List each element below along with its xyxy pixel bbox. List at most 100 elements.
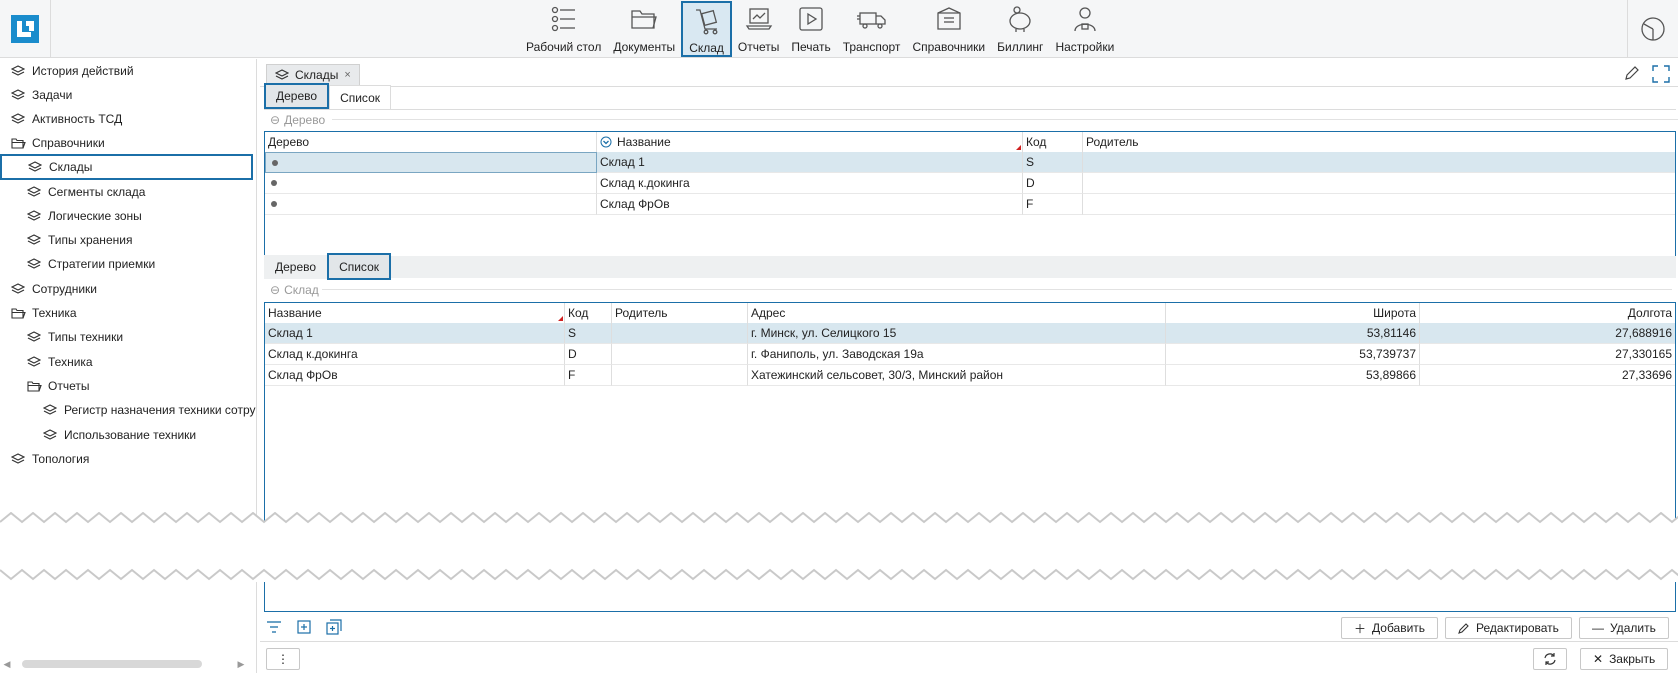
col-header-longitude[interactable]: Долгота <box>1420 303 1675 324</box>
cell-parent[interactable] <box>612 344 748 365</box>
nav-transport[interactable]: Транспорт <box>837 0 907 58</box>
col-header-parent[interactable]: Родитель <box>612 303 748 324</box>
cell-name[interactable]: Склад 1 <box>265 323 565 344</box>
cell-parent[interactable] <box>612 365 748 386</box>
sidebar-item-equipment-types[interactable]: Типы техники <box>26 325 123 349</box>
app-logo[interactable] <box>0 0 51 58</box>
sidebar-item-reports-folder[interactable]: Отчеты <box>26 374 89 398</box>
cell-code[interactable]: S <box>565 323 612 344</box>
refresh-button[interactable] <box>1533 648 1567 670</box>
tree-group-header[interactable]: ⊖ Дерево <box>270 111 1678 129</box>
table-row[interactable]: Склад к.докинга D <box>265 173 1675 194</box>
sidebar-item-storage-types[interactable]: Типы хранения <box>26 228 132 252</box>
nav-references[interactable]: Справочники <box>906 0 991 58</box>
scroll-thumb[interactable] <box>22 660 202 668</box>
col-header-address[interactable]: Адрес <box>748 303 1166 324</box>
cell-latitude[interactable]: 53,89866 <box>1166 365 1420 386</box>
tab-list-lower[interactable]: Список <box>327 253 391 280</box>
sidebar-item-logical-zones[interactable]: Логические зоны <box>26 204 142 228</box>
sidebar-item-segments[interactable]: Сегменты склада <box>26 180 145 204</box>
nav-warehouse[interactable]: Склад <box>681 1 732 57</box>
collapse-all-icon[interactable] <box>326 619 342 635</box>
sidebar-item-tsd-activity[interactable]: Активность ТСД <box>10 107 122 131</box>
cell-address[interactable]: г. Фаниполь, ул. Заводская 19а <box>748 344 1166 365</box>
edit-button[interactable]: Редактировать <box>1445 617 1572 639</box>
sidebar-scrollbar[interactable]: ◀ ▶ <box>0 655 256 673</box>
cell-name[interactable]: Склад ФрОв <box>597 194 1023 215</box>
cell-name[interactable]: Склад ФрОв <box>265 365 565 386</box>
tree-node-cell[interactable] <box>265 152 597 173</box>
lower-tabs: Дерево Список <box>264 253 391 280</box>
tab-tree-upper[interactable]: Дерево <box>264 83 330 109</box>
cell-code[interactable]: F <box>1023 194 1083 215</box>
sidebar-item-topology[interactable]: Топология <box>10 447 89 471</box>
cell-longitude[interactable]: 27,330165 <box>1420 344 1675 365</box>
cell-address[interactable]: г. Минск, ул. Селицкого 15 <box>748 323 1166 344</box>
col-header-name[interactable]: Название <box>265 303 565 324</box>
col-header-latitude[interactable]: Широта <box>1166 303 1420 324</box>
nav-settings[interactable]: Настройки <box>1049 0 1120 58</box>
cell-parent[interactable] <box>1083 173 1675 194</box>
sidebar-item-equipment-folder[interactable]: Техника <box>10 301 77 325</box>
cell-latitude[interactable]: 53,81146 <box>1166 323 1420 344</box>
cell-code[interactable]: D <box>565 344 612 365</box>
add-button[interactable]: ＋ Добавить <box>1341 617 1439 639</box>
table-row[interactable]: Склад к.докинга D г. Фаниполь, ул. Завод… <box>265 344 1675 365</box>
close-button[interactable]: ✕ Закрыть <box>1580 648 1669 670</box>
scroll-left-icon[interactable]: ◀ <box>0 659 14 670</box>
expand-all-icon[interactable] <box>296 619 312 635</box>
cell-longitude[interactable]: 27,33696 <box>1420 365 1675 386</box>
nav-dashboard[interactable]: Рабочий стол <box>520 0 607 58</box>
cell-parent[interactable] <box>612 323 748 344</box>
col-header-code[interactable]: Код <box>1023 132 1083 153</box>
list-group-header[interactable]: ⊖ Склад <box>270 281 1672 299</box>
col-header-name[interactable]: Название <box>597 132 1023 153</box>
cell-longitude[interactable]: 27,688916 <box>1420 323 1675 344</box>
collapse-icon[interactable]: ⊖ <box>270 283 280 297</box>
nav-print[interactable]: Печать <box>785 0 836 58</box>
cell-parent[interactable] <box>1083 194 1675 215</box>
delete-button[interactable]: — Удалить <box>1579 617 1669 639</box>
tree-node-cell[interactable] <box>265 194 597 215</box>
cell-latitude[interactable]: 53,739737 <box>1166 344 1420 365</box>
table-row[interactable]: Склад ФрОв F Хатежинский сельсовет, 30/3… <box>265 365 1675 386</box>
close-tab-icon[interactable]: × <box>344 69 350 81</box>
tab-tree-lower[interactable]: Дерево <box>264 255 328 279</box>
col-header-tree[interactable]: Дерево <box>265 132 597 153</box>
tree-node-cell[interactable] <box>265 173 597 194</box>
fullscreen-icon[interactable] <box>1652 65 1670 83</box>
sidebar-item-employees[interactable]: Сотрудники <box>10 277 97 301</box>
sidebar-item-receiving-strategies[interactable]: Стратегии приемки <box>26 252 155 276</box>
pencil-icon[interactable] <box>1624 65 1640 81</box>
col-header-code[interactable]: Код <box>565 303 612 324</box>
filter-icon[interactable] <box>266 619 282 635</box>
sidebar-item-equipment-usage[interactable]: Использование техники <box>42 423 196 447</box>
cell-name[interactable]: Склад к.докинга <box>265 344 565 365</box>
cell-code[interactable]: F <box>565 365 612 386</box>
sidebar-item-history[interactable]: История действий <box>10 59 134 83</box>
cell-code[interactable]: S <box>1023 152 1083 173</box>
cell-name[interactable]: Склад к.докинга <box>597 173 1023 194</box>
table-row[interactable]: Склад 1 S <box>265 152 1675 173</box>
sidebar-item-tasks[interactable]: Задачи <box>10 83 72 107</box>
sidebar-item-warehouses[interactable]: Склады <box>0 154 253 180</box>
nav-billing[interactable]: Биллинг <box>991 0 1049 58</box>
nav-documents[interactable]: Документы <box>607 0 681 58</box>
tab-list-upper[interactable]: Список <box>329 85 391 109</box>
nav-reports[interactable]: Отчеты <box>732 0 785 58</box>
sidebar-item-equipment[interactable]: Техника <box>26 350 93 374</box>
cell-name[interactable]: Склад 1 <box>597 152 1023 173</box>
group-by-icon[interactable] <box>600 136 612 148</box>
sidebar-item-references[interactable]: Справочники <box>10 131 105 155</box>
table-row[interactable]: Склад 1 S г. Минск, ул. Селицкого 15 53,… <box>265 323 1675 344</box>
cell-address[interactable]: Хатежинский сельсовет, 30/3, Минский рай… <box>748 365 1166 386</box>
clock-button[interactable] <box>1627 0 1678 58</box>
cell-code[interactable]: D <box>1023 173 1083 194</box>
sidebar-item-equipment-register[interactable]: Регистр назначения техники сотру <box>42 398 256 422</box>
collapse-icon[interactable]: ⊖ <box>270 113 280 127</box>
col-header-parent[interactable]: Родитель <box>1083 132 1675 153</box>
scroll-right-icon[interactable]: ▶ <box>234 659 248 670</box>
table-row[interactable]: Склад ФрОв F <box>265 194 1675 215</box>
more-button[interactable]: ⋮ <box>266 648 300 670</box>
cell-parent[interactable] <box>1083 152 1675 173</box>
